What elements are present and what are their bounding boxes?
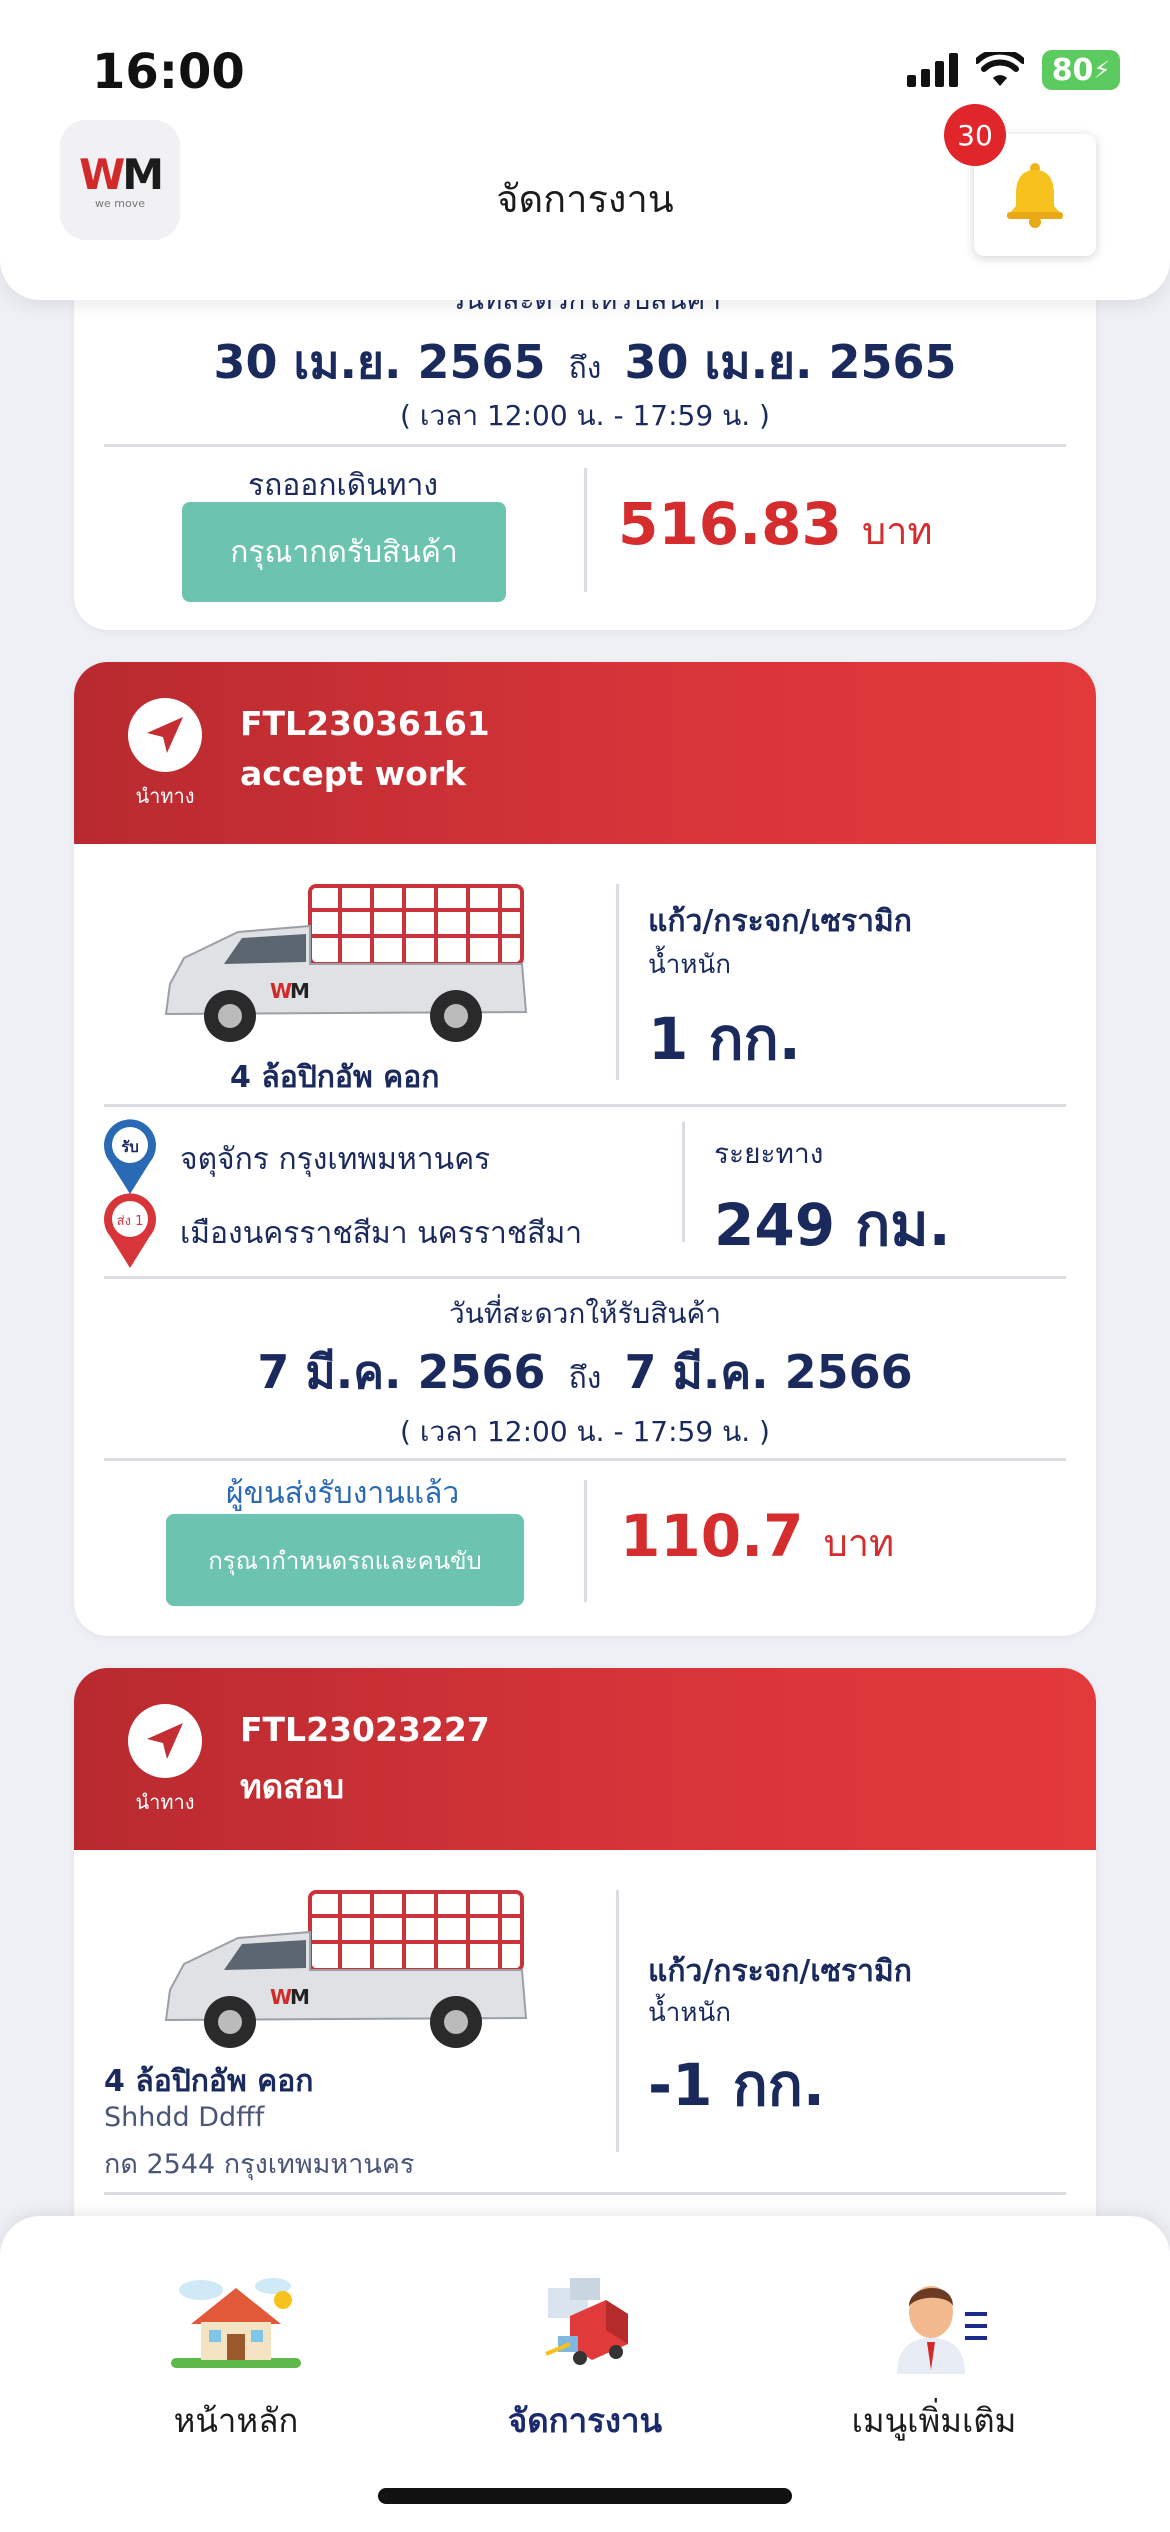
- svg-text:M: M: [290, 1985, 310, 2009]
- svg-text:W: W: [270, 979, 292, 1003]
- divider: [616, 884, 619, 1080]
- date-range-row: 30 เม.ย. 2565 ถึง 30 เม.ย. 2565: [213, 335, 957, 389]
- nav-item-home[interactable]: หน้าหลัก: [86, 2266, 386, 2447]
- confirm-pickup-button[interactable]: กรุณากดรับสินค้า: [182, 502, 506, 602]
- job-card: นำทาง FTL23036161 accept work W M 4 ล้อป…: [74, 662, 1096, 1636]
- driver-name: Shhdd Ddfff: [104, 2102, 265, 2133]
- navigation-arrow-icon: [147, 1723, 183, 1759]
- nav-item-manage-jobs[interactable]: จัดการงาน: [435, 2266, 735, 2447]
- vehicle-type: 4 ล้อปิกอัพ คอก: [230, 1060, 440, 1095]
- date-range-row: 7 มี.ค. 2566 ถึง 7 มี.ค. 2566: [257, 1345, 913, 1399]
- weight-value: 1 กก.: [648, 1005, 801, 1073]
- nav-label-manage-jobs: จัดการงาน: [507, 2401, 663, 2440]
- divider: [584, 468, 587, 592]
- job-card-header: นำทาง FTL23023227 ทดสอบ: [74, 1668, 1096, 1850]
- divider: [584, 1480, 587, 1602]
- status-text: ผู้ขนส่งรับงานแล้ว: [226, 1476, 460, 1511]
- nav-item-more-menu[interactable]: เมนูเพิ่มเติม: [784, 2266, 1084, 2447]
- dropoff-location: เมืองนครราชสีมา นครราชสีมา: [180, 1216, 583, 1251]
- svg-text:M: M: [290, 979, 310, 1003]
- status-time: 16:00: [92, 44, 245, 100]
- navigate-button[interactable]: [128, 698, 202, 772]
- svg-text:ส่ง 1: ส่ง 1: [117, 1214, 144, 1229]
- weight-value: -1 กก.: [648, 2051, 825, 2119]
- weight-label: น้ำหนัก: [648, 1998, 732, 2028]
- pickup-pin-icon: รับ: [104, 1119, 156, 1194]
- delivery-truck-icon: [545, 2278, 628, 2365]
- cargo-type: แก้ว/กระจก/เซรามิก: [648, 1954, 912, 1989]
- house-icon: [171, 2278, 301, 2368]
- time-range: ( เวลา 12:00 น. - 17:59 น. ): [400, 1415, 770, 1448]
- price: 110.7 บาท: [620, 1502, 895, 1570]
- distance-label: ระยะทาง: [714, 1137, 824, 1170]
- job-code: FTL23036161: [240, 704, 490, 743]
- svg-text:W: W: [270, 1985, 292, 2009]
- top-header: 16:00 80 ⚡ WM we move จัดการงาน 30: [0, 0, 1170, 300]
- job-card: นำทาง FTL23023227 ทดสอบ W M 4 ล้อปิกอัพ …: [74, 1668, 1096, 2288]
- pickup-truck-image: W M: [164, 1890, 528, 2048]
- status-icons: 80 ⚡: [907, 50, 1120, 90]
- home-indicator[interactable]: [378, 2488, 792, 2504]
- price: 516.83 บาท: [618, 490, 933, 558]
- svg-text:รับ: รับ: [121, 1138, 139, 1156]
- cellular-signal-icon: [907, 53, 958, 87]
- bottom-navigation: หน้าหลัก จัดการงาน เมนูเพิ่มเติม: [0, 2216, 1170, 2532]
- cargo-type: แก้ว/กระจก/เซรามิก: [648, 904, 912, 939]
- divider: [104, 1276, 1066, 1279]
- vehicle-type: 4 ล้อปิกอัพ คอก: [104, 2064, 314, 2099]
- time-range: ( เวลา 12:00 น. - 17:59 น. ): [400, 399, 770, 432]
- divider: [682, 1122, 685, 1242]
- notification-count-badge: 30: [944, 104, 1006, 166]
- divider: [104, 444, 1066, 447]
- navigate-button[interactable]: [128, 1704, 202, 1778]
- job-code: FTL23023227: [240, 1710, 490, 1749]
- battery-icon: 80 ⚡: [1042, 50, 1120, 90]
- navigation-arrow-icon: [147, 717, 183, 753]
- divider: [104, 2192, 1066, 2195]
- divider: [104, 1458, 1066, 1461]
- bell-icon: [1007, 163, 1063, 228]
- job-card-header: นำทาง FTL23036161 accept work: [74, 662, 1096, 844]
- pickup-location: จตุจักร กรุงเทพมหานคร: [180, 1142, 491, 1177]
- assign-vehicle-driver-button[interactable]: กรุณากำหนดรถและคนขับ: [166, 1514, 524, 1606]
- pickup-date-label: วันที่สะดวกให้รับสินค้า: [449, 1297, 721, 1330]
- person-menu-icon: [897, 2286, 987, 2374]
- pickup-truck-image: W M: [164, 884, 528, 1042]
- wifi-icon: [976, 52, 1024, 86]
- navigate-label: นำทาง: [135, 784, 195, 808]
- distance-value: 249 กม.: [714, 1191, 951, 1259]
- divider: [104, 1104, 1066, 1107]
- job-status: ทดสอบ: [240, 1767, 345, 1806]
- nav-label-home: หน้าหลัก: [173, 2401, 299, 2440]
- license-plate: กด 2544 กรุงเทพมหานคร: [104, 2149, 415, 2180]
- divider: [616, 1890, 619, 2152]
- job-status: accept work: [240, 754, 467, 793]
- weight-label: น้ำหนัก: [648, 950, 732, 980]
- nav-label-more-menu: เมนูเพิ่มเติม: [851, 2401, 1017, 2440]
- dropoff-pin-icon: ส่ง 1: [104, 1193, 156, 1268]
- navigate-label: นำทาง: [135, 1790, 195, 1814]
